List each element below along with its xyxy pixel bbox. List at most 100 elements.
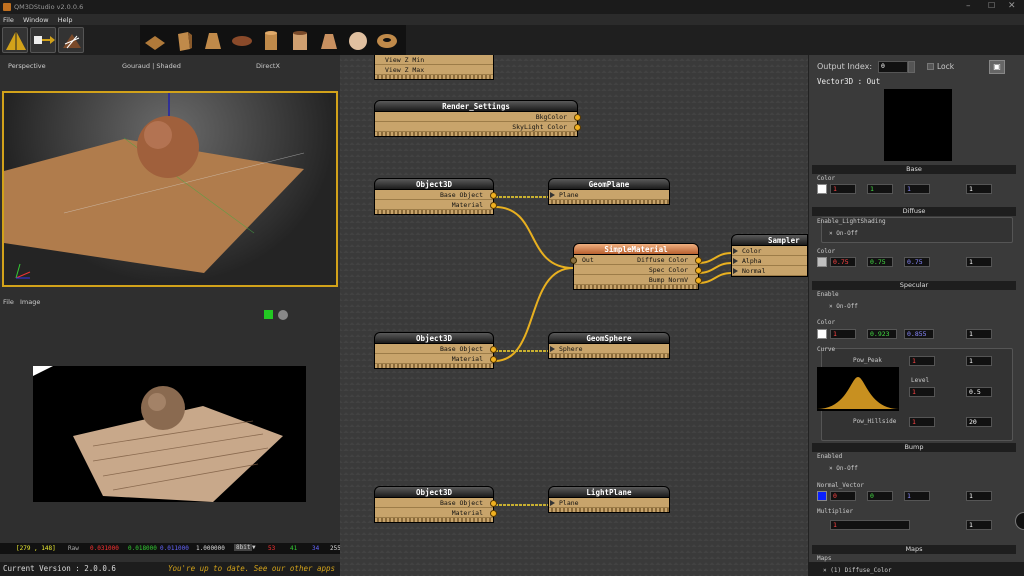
render-button[interactable]	[278, 310, 288, 320]
output-index-spinner[interactable]	[908, 61, 915, 73]
output-port-icon[interactable]	[695, 267, 702, 274]
output-port-icon[interactable]	[490, 510, 497, 517]
node-geomplane[interactable]: GeomPlane Plane	[548, 178, 670, 205]
disk-shape-icon[interactable]	[230, 29, 254, 53]
bump-toggle[interactable]: × On-Off	[829, 465, 858, 472]
pow-peak-input[interactable]: 1	[909, 356, 935, 366]
multiplier-input-2[interactable]: 1	[966, 520, 992, 530]
output-port-icon[interactable]	[574, 124, 581, 131]
cone-shape-icon[interactable]	[317, 29, 341, 53]
sphere-shape-icon[interactable]	[346, 29, 370, 53]
tool-3d-button[interactable]	[2, 27, 28, 53]
base-color-r[interactable]: 1	[830, 184, 856, 194]
box-shape-icon[interactable]	[172, 29, 196, 53]
output-port-icon[interactable]	[490, 346, 497, 353]
image-menu-file[interactable]: File	[3, 298, 14, 306]
normal-vector-x[interactable]: 0	[830, 491, 856, 501]
node-port-normal[interactable]: Normal	[732, 266, 807, 276]
normal-vector-y[interactable]: 0	[867, 491, 893, 501]
spec-color-g[interactable]: 0.923	[867, 329, 897, 339]
node-port-alpha[interactable]: Alpha	[732, 256, 807, 266]
tool-graph-button[interactable]	[30, 27, 56, 53]
output-port-icon[interactable]	[490, 500, 497, 507]
diffuse-color-a[interactable]: 1	[966, 257, 992, 267]
output-port-icon[interactable]	[574, 114, 581, 121]
plane-shape-icon[interactable]	[143, 29, 167, 53]
spec-color-b[interactable]: 0.855	[904, 329, 934, 339]
node-render-settings[interactable]: Render_Settings BkgColor SkyLight Color	[374, 100, 581, 137]
output-port-icon[interactable]	[490, 192, 497, 199]
section-diffuse[interactable]: Diffuse	[812, 207, 1016, 216]
close-icon[interactable]: ✕	[1008, 1, 1016, 11]
section-maps[interactable]: Maps	[812, 545, 1016, 554]
node-port-base-object[interactable]: Base Object	[375, 190, 497, 200]
base-color-g[interactable]: 1	[867, 184, 893, 194]
spec-color-a[interactable]: 1	[966, 329, 992, 339]
node-port-base-object[interactable]: Base Object	[375, 344, 497, 354]
node-port-spec[interactable]: Spec Color	[574, 265, 702, 275]
normal-vector-w[interactable]: 1	[966, 491, 992, 501]
node-object3d-2[interactable]: Object3D Base Object Material	[374, 332, 497, 369]
pow-hillside-input[interactable]: 1	[909, 417, 935, 427]
diffuse-color-b[interactable]: 0.75	[904, 257, 930, 267]
cylinder-shape-icon[interactable]	[259, 29, 283, 53]
bit-depth-select[interactable]: 8bit	[234, 544, 253, 551]
node-port-color[interactable]: Color	[732, 246, 807, 256]
output-port-icon[interactable]	[695, 277, 702, 284]
torus-shape-icon[interactable]	[375, 29, 399, 53]
save-icon[interactable]: ▣	[989, 60, 1005, 74]
3d-viewport[interactable]	[2, 91, 338, 287]
pyramid-shape-icon[interactable]	[201, 29, 225, 53]
normal-vector-swatch[interactable]	[817, 491, 827, 501]
base-color-a[interactable]: 1	[966, 184, 992, 194]
node-port-bump[interactable]: Bump NormV	[574, 275, 702, 285]
pow-hillside-input-2[interactable]: 20	[966, 417, 992, 427]
diffuse-color-g[interactable]: 0.75	[867, 257, 893, 267]
node-graph-canvas[interactable]: View Z Min View Z Max Render_Settings Bk…	[340, 55, 808, 576]
maps-item[interactable]: × (1) Diffuse_Color	[823, 567, 892, 574]
tool-texture-button[interactable]	[58, 27, 84, 53]
normal-vector-z[interactable]: 1	[904, 491, 930, 501]
pow-peak-input-2[interactable]: 1	[966, 356, 992, 366]
render-preview[interactable]	[33, 366, 306, 502]
node-port-bkgcolor[interactable]: BkgColor	[375, 112, 581, 122]
tube-shape-icon[interactable]	[288, 29, 312, 53]
node-simple-material[interactable]: SimpleMaterial Out Diffuse Color Spec Col…	[570, 243, 702, 290]
level-input[interactable]: 1	[909, 387, 935, 397]
node-port-skylight[interactable]: SkyLight Color	[375, 122, 581, 132]
node-object3d-1[interactable]: Object3D Base Object Material	[374, 178, 497, 215]
menu-help[interactable]: Help	[58, 16, 73, 24]
node-port-base-object[interactable]: Base Object	[375, 498, 497, 508]
view-mode-label[interactable]: Perspective	[8, 62, 46, 70]
specular-toggle[interactable]: × On-Off	[829, 303, 858, 310]
shading-mode-label[interactable]: Gouraud | Shaded	[122, 62, 181, 70]
node-port-plane[interactable]: Plane	[549, 498, 669, 508]
node-view-range[interactable]: View Z Min View Z Max	[374, 55, 494, 80]
section-bump[interactable]: Bump	[812, 443, 1016, 452]
node-port-diffuse[interactable]: Out Diffuse Color	[570, 255, 702, 265]
diffuse-color-r[interactable]: 0.75	[830, 257, 856, 267]
node-port-material[interactable]: Material	[375, 200, 497, 210]
update-status-link[interactable]: You're up to date. See our other apps	[168, 564, 335, 573]
output-port-icon[interactable]	[490, 356, 497, 363]
maximize-icon[interactable]: ☐	[988, 1, 995, 10]
output-port-icon[interactable]	[695, 257, 702, 264]
output-port-icon[interactable]	[490, 202, 497, 209]
multiplier-input[interactable]: 1	[830, 520, 910, 530]
diffuse-color-swatch[interactable]	[817, 257, 827, 267]
section-specular[interactable]: Specular	[812, 281, 1016, 290]
node-port-sphere[interactable]: Sphere	[549, 344, 669, 354]
node-object3d-3[interactable]: Object3D Base Object Material	[374, 486, 497, 523]
spec-color-swatch[interactable]	[817, 329, 827, 339]
lock-checkbox[interactable]	[927, 63, 934, 70]
image-menu-image[interactable]: Image	[20, 298, 40, 306]
node-port-plane[interactable]: Plane	[549, 190, 669, 200]
node-geomsphere[interactable]: GeomSphere Sphere	[548, 332, 670, 359]
input-port-icon[interactable]	[570, 257, 577, 264]
node-port-material[interactable]: Material	[375, 508, 497, 518]
section-base[interactable]: Base	[812, 165, 1016, 174]
base-color-b[interactable]: 1	[904, 184, 930, 194]
base-color-swatch[interactable]	[817, 184, 827, 194]
node-lightplane[interactable]: LightPlane Plane	[548, 486, 670, 513]
node-port-material[interactable]: Material	[375, 354, 497, 364]
